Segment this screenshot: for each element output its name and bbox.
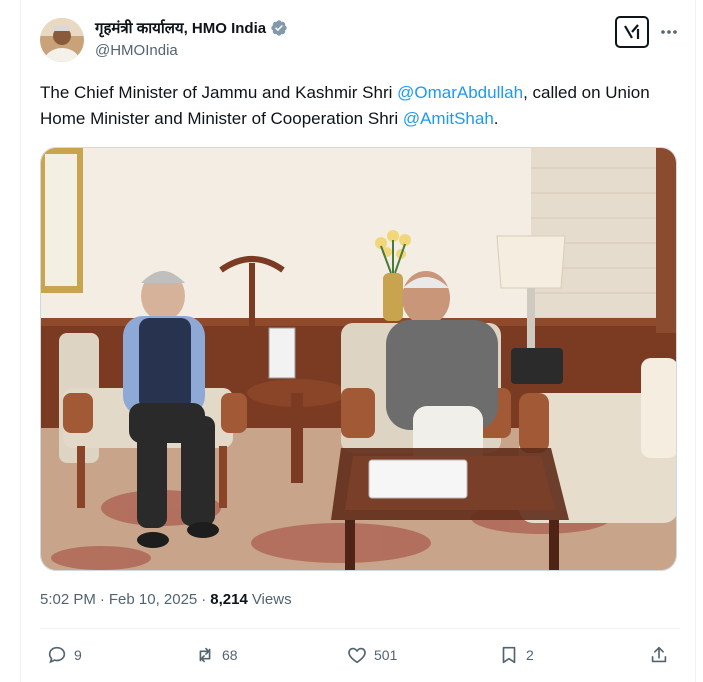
bookmark-icon	[502, 646, 516, 664]
views-count: 8,214	[210, 591, 248, 608]
avatar[interactable]	[40, 18, 84, 62]
tweet-photo[interactable]	[40, 147, 677, 571]
repost-count: 68	[222, 647, 238, 663]
mention-link[interactable]: @OmarAbdullah	[397, 83, 523, 102]
bookmark-count: 2	[526, 647, 534, 663]
tweet-time[interactable]: 5:02 PM	[40, 591, 96, 608]
photo-illustration	[41, 148, 676, 570]
reply-icon	[48, 646, 66, 664]
tweet-text: The Chief Minister of Jammu and Kashmir …	[40, 80, 680, 132]
verified-badge-icon	[270, 19, 288, 37]
reply-button[interactable]: 9	[46, 644, 82, 666]
tweet-text-part: The Chief Minister of Jammu and Kashmir …	[40, 83, 398, 102]
meta-separator: ·	[99, 591, 105, 608]
handle[interactable]: @HMOIndia	[95, 42, 178, 59]
tweet-text-part: .	[493, 109, 499, 128]
like-count: 501	[374, 647, 398, 663]
column-border-right	[695, 0, 696, 682]
views-label: Views	[251, 591, 292, 608]
heart-icon	[348, 647, 366, 664]
grok-icon[interactable]	[615, 16, 649, 48]
mention-link[interactable]: @AmitShah	[403, 109, 494, 128]
like-button[interactable]: 501	[346, 644, 397, 666]
repost-icon	[199, 647, 211, 663]
display-name[interactable]: गृहमंत्री कार्यालय, HMO India	[95, 18, 266, 38]
action-bar: 9 68 501 2	[40, 644, 680, 672]
repost-button[interactable]: 68	[194, 644, 238, 666]
divider	[40, 628, 680, 629]
column-border-left	[20, 0, 21, 682]
name-row: गृहमंत्री कार्यालय, HMO India	[95, 18, 288, 38]
meta-separator: ·	[201, 591, 207, 608]
bookmark-button[interactable]: 2	[498, 644, 534, 666]
tweet-meta: 5:02 PM · Feb 10, 2025 · 8,214 Views	[40, 591, 292, 608]
tweet-date[interactable]: Feb 10, 2025	[109, 591, 197, 608]
tweet-header: गृहमंत्री कार्यालय, HMO India @HMOIndia	[40, 16, 680, 66]
reply-count: 9	[74, 647, 82, 663]
more-icon[interactable]	[658, 22, 680, 42]
share-icon	[651, 646, 667, 663]
share-button[interactable]	[648, 644, 670, 666]
